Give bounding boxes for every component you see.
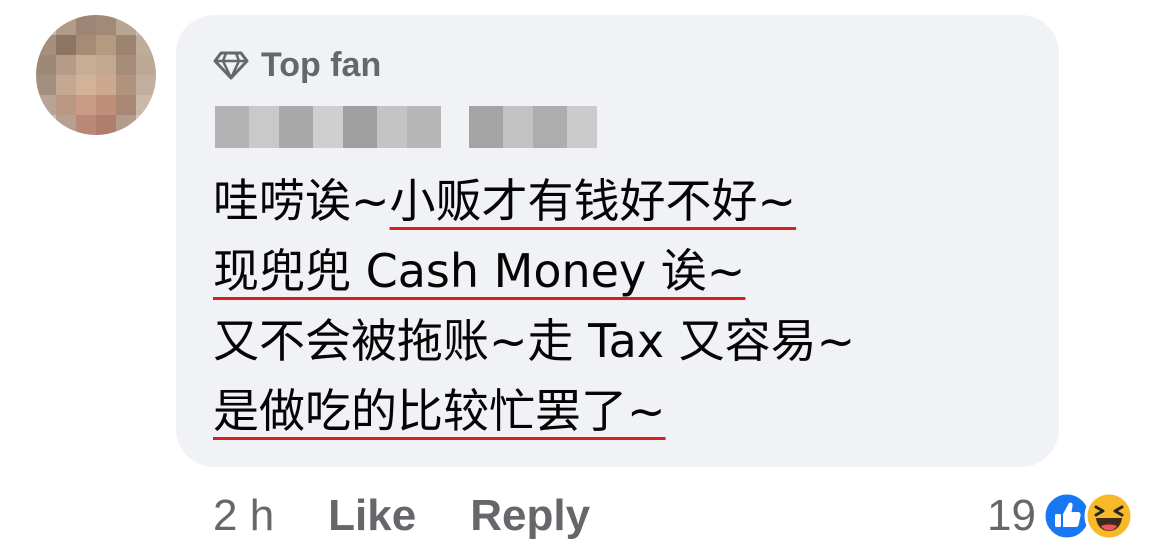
reaction-count: 19: [987, 491, 1036, 540]
comment-line-3-plain: 又不会被拖账~走 Tax 又容易~: [213, 314, 856, 368]
commenter-name[interactable]: [215, 106, 597, 148]
avatar[interactable]: [36, 15, 156, 135]
comment-line-2: 现兜兜 Cash Money 诶~: [213, 236, 855, 306]
comment-text: 哇唠诶~小贩才有钱好不好~ 现兜兜 Cash Money 诶~ 又不会被拖账~走…: [213, 166, 855, 446]
comment-line-1-plain: 哇唠诶~: [213, 174, 390, 228]
comment-actions: 2 h Like Reply: [213, 488, 644, 544]
reply-button[interactable]: Reply: [470, 491, 590, 541]
comment-line-2-underlined: 现兜兜 Cash Money 诶~: [213, 244, 746, 298]
reaction-icons: [1042, 491, 1134, 541]
reactions-summary[interactable]: 19: [987, 486, 1134, 546]
haha-reaction-icon: [1084, 491, 1134, 541]
comment-line-4-underlined: 是做吃的比较忙罢了~: [213, 384, 666, 438]
comment-line-1-underlined: 小贩才有钱好不好~: [389, 174, 797, 228]
comment-line-3: 又不会被拖账~走 Tax 又容易~: [213, 306, 855, 376]
comment-line-4: 是做吃的比较忙罢了~: [213, 376, 855, 446]
top-fan-badge[interactable]: Top fan: [213, 40, 381, 90]
like-button[interactable]: Like: [328, 491, 416, 541]
badge-label: Top fan: [261, 45, 382, 84]
comment-line-1: 哇唠诶~小贩才有钱好不好~: [213, 166, 855, 236]
timestamp-link[interactable]: 2 h: [213, 491, 274, 541]
diamond-icon: [213, 50, 249, 80]
